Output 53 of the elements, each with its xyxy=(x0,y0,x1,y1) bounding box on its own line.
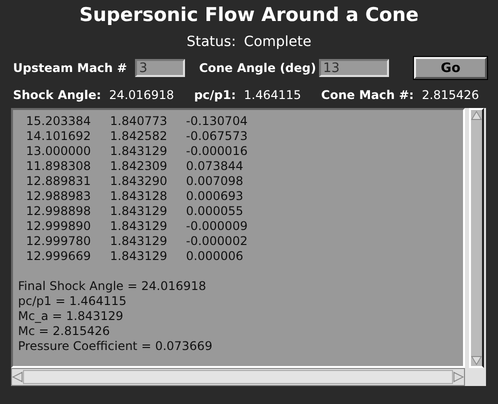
table-cell-text: 12.998898 xyxy=(25,204,92,219)
table-cell-text: 1.843129 xyxy=(110,144,168,159)
table-cell-text: 12.988983 xyxy=(25,189,92,204)
table-cell-text: 1.842309 xyxy=(110,159,168,174)
table-cell-text: 1.843129 xyxy=(110,234,168,249)
table-cell: 0.000006 xyxy=(186,249,244,264)
result-value: 2.815426 xyxy=(422,88,480,102)
table-cell: -0.130704 xyxy=(186,114,248,129)
table-cell-text: 11.898308 xyxy=(25,159,92,174)
status-value: Complete xyxy=(244,34,312,50)
table-cell-text: 12.999780 xyxy=(25,234,92,249)
input-label: Cone Angle (deg) xyxy=(199,61,316,75)
horizontal-scrollbar[interactable] xyxy=(11,368,465,386)
table-cell: -0.067573 xyxy=(186,129,248,144)
table-cell-text: 1.843290 xyxy=(110,174,168,189)
summary-line: Final Shock Angle = 24.016918 xyxy=(18,279,208,294)
result-label: Shock Angle: xyxy=(13,88,102,102)
table-cell: 0.007098 xyxy=(186,174,244,189)
table-cell: 0.000055 xyxy=(186,204,244,219)
table-cell-text: 12.999890 xyxy=(25,219,92,234)
table-cell: -0.000016 xyxy=(186,144,248,159)
table-cell-text: 1.840773 xyxy=(110,114,168,129)
result-label: pc/p1: xyxy=(194,88,236,102)
result-label: Cone Mach #: xyxy=(321,88,414,102)
summary-line: Mc = 2.815426 xyxy=(18,324,111,339)
table-cell-text: 1.843128 xyxy=(110,189,168,204)
result-value: 24.016918 xyxy=(109,88,174,102)
table-cell-text: 1.842582 xyxy=(110,129,168,144)
input-field[interactable]: 3 xyxy=(135,59,186,77)
status-label: Status: xyxy=(186,34,236,50)
table-cell-text: 1.843129 xyxy=(110,249,168,264)
table-cell-text: 14.101692 xyxy=(25,129,92,144)
input-label: Upsteam Mach # xyxy=(13,61,128,75)
table-cell: 0.000693 xyxy=(186,189,244,204)
summary-line: Mc_a = 1.843129 xyxy=(18,309,124,324)
input-field[interactable]: 13 xyxy=(319,59,390,77)
summary-line: Pressure Coefficient = 0.073669 xyxy=(18,339,214,354)
table-cell-text: 15.203384 xyxy=(25,114,92,129)
table-cell: 0.073844 xyxy=(186,159,244,174)
vertical-scrollbar[interactable] xyxy=(469,108,484,368)
table-cell: -0.000002 xyxy=(186,234,248,249)
table-cell-text: 1.843129 xyxy=(110,204,168,219)
scroll-up-icon[interactable] xyxy=(471,110,482,121)
table-cell-text: 13.000000 xyxy=(25,144,92,159)
scroll-down-icon[interactable] xyxy=(471,355,482,366)
table-cell-text: 1.843129 xyxy=(110,219,168,234)
table-cell-text: 12.889831 xyxy=(25,174,92,189)
result-value: 1.464115 xyxy=(244,88,302,102)
table-cell-text: 12.999669 xyxy=(25,249,92,264)
table-cell: -0.000009 xyxy=(186,219,248,234)
summary-line: pc/p1 = 1.464115 xyxy=(18,294,128,309)
window-title: Supersonic Flow Around a Cone xyxy=(78,4,420,28)
go-button[interactable]: Go xyxy=(414,57,488,79)
